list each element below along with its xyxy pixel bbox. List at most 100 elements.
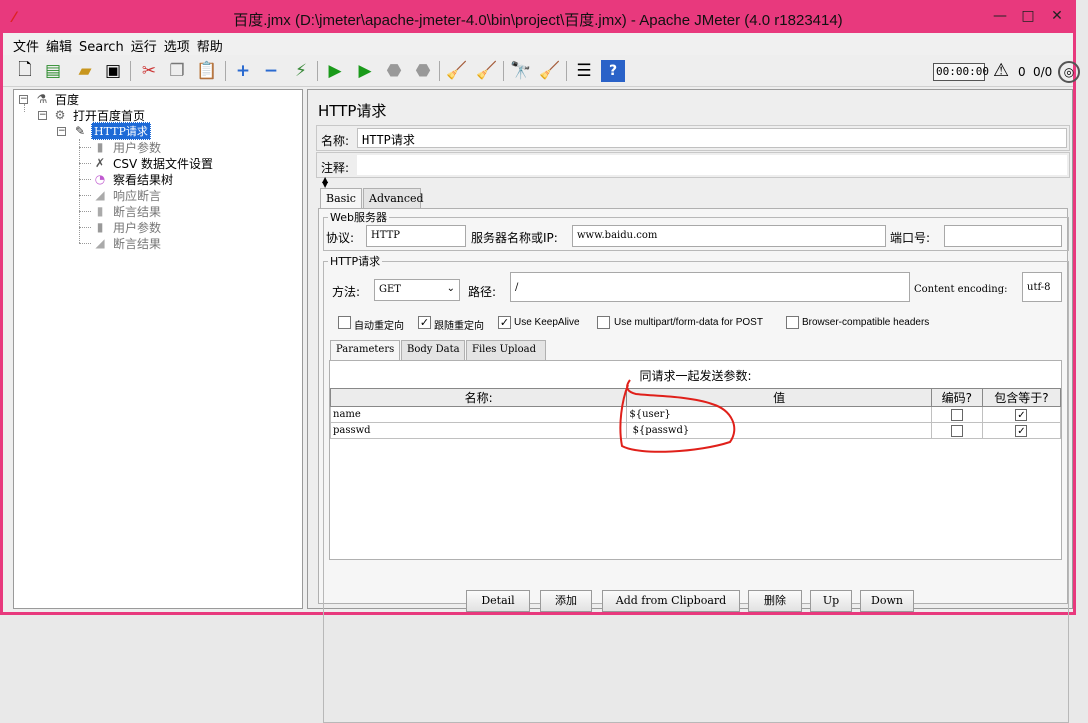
tab-parameters[interactable]: Parameters [330, 340, 400, 361]
listener-icon: ◔ [94, 172, 106, 186]
encode-checkbox[interactable] [950, 408, 963, 421]
tree-node-user-parameters[interactable]: ▮ 用户参数 [92, 139, 163, 155]
close-button[interactable]: ✕ [1045, 7, 1069, 27]
menu-run[interactable]: 运行 [129, 33, 162, 55]
chevron-down-icon: ⌄ [446, 283, 455, 294]
delete-button[interactable]: 删除 [748, 590, 802, 612]
tab-basic[interactable]: Basic [320, 188, 362, 209]
parameters-panel: 同请求一起发送参数: 名称: 值 编码? 包含等于? name ${user} … [329, 360, 1062, 560]
stop-icon[interactable]: ⬣ [382, 60, 406, 82]
collapse-toggle[interactable]: − [19, 95, 28, 104]
paste-icon[interactable]: 📋 [195, 60, 219, 82]
tree-node-thread-group[interactable]: ⚙ 打开百度首页 [52, 107, 147, 123]
col-value[interactable]: 值 [626, 388, 932, 407]
keepalive-checkbox[interactable]: ✓ [498, 316, 511, 329]
warning-icon[interactable]: ⚠ [993, 60, 1009, 81]
tree-node-view-results-tree[interactable]: ◔ 察看结果树 [92, 171, 175, 187]
tree-node-user-parameters-2[interactable]: ▮ 用户参数 [92, 219, 163, 235]
save-icon[interactable]: ▣ [101, 60, 125, 82]
detail-button[interactable]: Detail [466, 590, 530, 612]
jmeter-window: ⁄ 百度.jmx (D:\jmeter\apache-jmeter-4.0\bi… [0, 0, 1080, 723]
shutdown-icon[interactable]: ⬣ [411, 60, 435, 82]
follow-redirect-checkbox[interactable]: ✓ [418, 316, 431, 329]
help-icon[interactable]: ? [601, 60, 625, 82]
col-include-equals[interactable]: 包含等于? [981, 388, 1062, 407]
table-row[interactable]: passwd ${passwd} ✓ [329, 422, 1062, 439]
collapse-icon[interactable]: − [259, 60, 283, 82]
down-button[interactable]: Down [860, 590, 914, 612]
tab-body-data[interactable]: Body Data [401, 340, 465, 360]
clear-icon[interactable]: 🧹 [445, 60, 469, 82]
toggle-icon[interactable]: ⚡ [289, 60, 313, 82]
up-button[interactable]: Up [810, 590, 852, 612]
start-no-pause-icon[interactable]: ▶ [353, 60, 377, 82]
col-name[interactable]: 名称: [329, 388, 628, 407]
auto-redirect-checkbox[interactable] [338, 316, 351, 329]
tree-node-test-plan[interactable]: ⚗ 百度 [34, 91, 81, 107]
maximize-button[interactable]: □ [1016, 7, 1040, 27]
http-request-title: HTTP请求 [328, 253, 383, 269]
param-name[interactable]: name [329, 406, 628, 423]
new-icon[interactable]: 🗋 [13, 60, 37, 82]
tab-files-upload[interactable]: Files Upload [466, 340, 546, 360]
start-icon[interactable]: ▶ [323, 60, 347, 82]
reset-search-icon[interactable]: 🧹 [538, 60, 562, 82]
tab-advanced[interactable]: Advanced [363, 188, 424, 208]
web-server-title: Web服务器 [328, 209, 389, 225]
encoding-field[interactable]: utf-8 [1022, 272, 1062, 302]
port-field[interactable] [944, 225, 1062, 247]
menu-options[interactable]: 选项 [162, 33, 195, 55]
function-helper-icon[interactable]: ☰ [572, 60, 596, 82]
params-caption: 同请求一起发送参数: [639, 369, 752, 383]
menu-help[interactable]: 帮助 [195, 33, 228, 55]
encode-checkbox[interactable] [950, 424, 963, 437]
remote-engine-icon[interactable]: ◎ [1058, 61, 1080, 83]
splitter-arrows-icon[interactable]: ▲ ▼ [322, 176, 328, 189]
clear-all-icon[interactable]: 🧹 [475, 60, 499, 82]
protocol-field[interactable]: HTTP [366, 225, 466, 247]
search-binoculars-icon[interactable]: 🔭 [509, 60, 533, 82]
table-row[interactable]: name ${user} ✓ [329, 406, 1062, 423]
add-button[interactable]: 添加 [540, 590, 592, 612]
menu-file[interactable]: 文件 [3, 33, 44, 55]
add-from-clipboard-button[interactable]: Add from Clipboard [602, 590, 740, 612]
server-label: 服务器名称或IP: [471, 231, 558, 245]
web-server-group: Web服务器 协议: HTTP 服务器名称或IP: www.baidu.com … [323, 209, 1069, 251]
minimize-button[interactable]: — [988, 7, 1012, 27]
include-equals-cell: ✓ [981, 422, 1062, 439]
port-label: 端口号: [890, 231, 931, 245]
panel-title: HTTP请求 [318, 102, 387, 120]
expand-icon[interactable]: + [231, 60, 255, 82]
param-name[interactable]: passwd [329, 422, 628, 439]
browser-headers-checkbox[interactable] [786, 316, 799, 329]
collapse-toggle[interactable]: − [57, 127, 66, 136]
tree-node-csv-data-set[interactable]: ✗ CSV 数据文件设置 [92, 155, 215, 171]
http-request-group: HTTP请求 方法: GET ⌄ 路径: / Content encoding:… [323, 253, 1069, 723]
parameters-table: 名称: 值 编码? 包含等于? name ${user} ✓ passwd ${… [329, 388, 1062, 439]
param-value[interactable]: ${passwd} [626, 422, 932, 439]
copy-icon[interactable]: ❐ [165, 60, 189, 82]
collapse-toggle[interactable]: − [38, 111, 47, 120]
method-select[interactable]: GET ⌄ [374, 279, 460, 301]
tree-node-assertion-results-2[interactable]: ◢ 断言结果 [92, 235, 163, 251]
include-equals-checkbox[interactable]: ✓ [1015, 408, 1028, 421]
open-icon[interactable]: ▰ [73, 60, 97, 82]
keepalive-label: Use KeepAlive [514, 317, 580, 328]
menu-edit[interactable]: 编辑 [44, 33, 77, 55]
name-field[interactable]: HTTP请求 [357, 128, 1067, 148]
menu-search[interactable]: Search [77, 37, 129, 55]
method-label: 方法: [332, 285, 361, 299]
param-value[interactable]: ${user} [626, 406, 932, 423]
auto-redirect-label: 自动重定向 [354, 321, 404, 332]
multipart-checkbox[interactable] [597, 316, 610, 329]
path-field[interactable]: / [510, 272, 910, 302]
tree-node-response-assertion[interactable]: ◢ 响应断言 [92, 187, 163, 203]
server-field[interactable]: www.baidu.com [572, 225, 886, 247]
comment-field[interactable] [357, 155, 1067, 175]
tree-node-assertion-results[interactable]: ▮ 断言结果 [92, 203, 163, 219]
templates-icon[interactable]: ▤ [41, 60, 65, 82]
col-encode[interactable]: 编码? [930, 388, 983, 407]
cut-icon[interactable]: ✂ [137, 60, 161, 82]
include-equals-checkbox[interactable]: ✓ [1015, 424, 1028, 437]
tree-node-http-request[interactable]: ✎ HTTP请求 [72, 122, 151, 140]
